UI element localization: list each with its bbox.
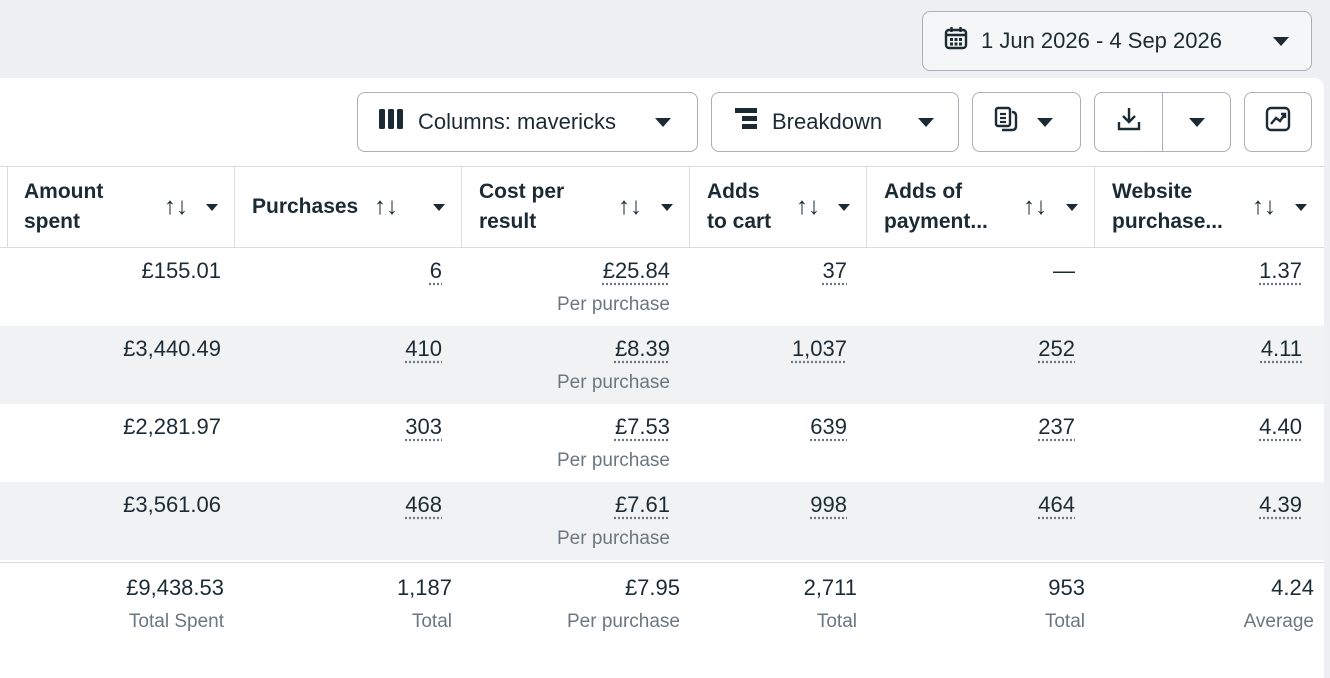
breakdown-label: Breakdown — [772, 109, 883, 134]
table-row: £155.01 6 £25.84 Per purchase 37 — 1.37 — [0, 248, 1324, 326]
adds-to-cart-cell[interactable]: 1,037 — [792, 336, 847, 362]
breakdown-button[interactable]: Breakdown — [711, 92, 959, 152]
total-purchases-label: Total — [411, 611, 452, 632]
chevron-down-icon — [1037, 117, 1053, 127]
columns-button[interactable]: Columns: mavericks — [357, 92, 698, 152]
amount-spent-cell: £2,281.97 — [123, 414, 221, 439]
calendar-icon — [943, 25, 969, 57]
purchases-cell[interactable]: 410 — [405, 336, 442, 362]
cost-per-result-cell[interactable]: £8.39 — [615, 336, 670, 362]
column-header-label: Purchases — [252, 195, 359, 218]
adds-of-payment-cell[interactable]: 252 — [1038, 336, 1075, 362]
cost-per-result-cell[interactable]: £7.61 — [615, 492, 670, 518]
website-purchase-cell[interactable]: 4.11 — [1261, 336, 1302, 362]
column-header-label: Website purchase... — [1112, 180, 1223, 233]
total-cost-per-result: £7.95 — [624, 575, 680, 600]
table-row: £3,561.06 468 £7.61 Per purchase 998 464… — [0, 482, 1324, 560]
purchases-cell[interactable]: 303 — [405, 414, 442, 440]
total-website-purchase-label: Average — [1243, 611, 1314, 632]
column-header-label: Adds to cart — [707, 180, 772, 233]
cost-per-result-sub: Per purchase — [556, 528, 670, 549]
sort-icon[interactable]: ↑↓ — [1252, 192, 1276, 222]
reports-button[interactable] — [972, 92, 1081, 152]
date-range-button[interactable]: 1 Jun 2026 - 4 Sep 2026 — [922, 11, 1312, 71]
chevron-down-icon — [655, 117, 671, 127]
sort-icon[interactable]: ↑↓ — [164, 192, 188, 222]
chart-button[interactable] — [1244, 92, 1312, 152]
cost-per-result-cell[interactable]: £25.84 — [603, 258, 670, 284]
table-header: Amount spent ↑↓ Purchases ↑↓ Cost per re… — [0, 166, 1324, 248]
cost-per-result-sub: Per purchase — [556, 372, 670, 393]
total-cost-per-result-label: Per purchase — [566, 611, 680, 632]
chart-icon — [1265, 106, 1291, 138]
column-header-label: Adds of payment... — [884, 180, 988, 233]
total-amount-spent-label: Total Spent — [128, 611, 224, 632]
columns-label: Columns: mavericks — [418, 109, 617, 134]
export-options-button[interactable] — [1163, 93, 1230, 151]
column-header-amount-spent[interactable]: Amount spent ↑↓ — [8, 167, 235, 247]
chevron-down-icon[interactable] — [1066, 203, 1078, 211]
export-button-group — [1094, 92, 1231, 152]
table-row: £3,440.49 410 £8.39 Per purchase 1,037 2… — [0, 326, 1324, 404]
cost-per-result-sub: Per purchase — [556, 294, 670, 315]
totals-row: £9,438.53 Total Spent 1,187 Total £7.95 … — [0, 562, 1324, 652]
sort-icon[interactable]: ↑↓ — [374, 192, 398, 222]
column-header-adds-of-payment[interactable]: Adds of payment... ↑↓ — [867, 167, 1095, 247]
chevron-down-icon[interactable] — [661, 203, 673, 211]
purchases-cell[interactable]: 6 — [430, 258, 442, 284]
chevron-down-icon[interactable] — [433, 203, 445, 211]
table-row: £2,281.97 303 £7.53 Per purchase 639 237… — [0, 404, 1324, 482]
adds-of-payment-cell[interactable]: 237 — [1038, 414, 1075, 440]
date-range-label: 1 Jun 2026 - 4 Sep 2026 — [981, 28, 1222, 53]
total-website-purchase: 4.24 — [1271, 575, 1314, 600]
total-adds-to-cart-label: Total — [816, 611, 857, 632]
website-purchase-cell[interactable]: 4.40 — [1259, 414, 1302, 440]
reports-icon — [993, 106, 1019, 138]
column-header-label: Cost per result — [479, 180, 565, 233]
total-amount-spent: £9,438.53 — [126, 575, 224, 600]
export-button[interactable] — [1095, 93, 1163, 151]
adds-of-payment-cell[interactable]: 464 — [1038, 492, 1075, 518]
chevron-down-icon[interactable] — [1295, 203, 1307, 211]
total-adds-of-payment-label: Total — [1044, 611, 1085, 632]
amount-spent-cell: £3,561.06 — [123, 492, 221, 517]
amount-spent-cell: £3,440.49 — [123, 336, 221, 361]
columns-icon — [378, 108, 404, 136]
purchases-cell[interactable]: 468 — [405, 492, 442, 518]
adds-to-cart-cell[interactable]: 37 — [823, 258, 847, 284]
chevron-down-icon[interactable] — [206, 203, 218, 211]
cost-per-result-cell[interactable]: £7.53 — [615, 414, 670, 440]
chevron-down-icon[interactable] — [838, 203, 850, 211]
column-header-cost-per-result[interactable]: Cost per result ↑↓ — [462, 167, 690, 247]
header-spacer — [0, 167, 8, 247]
amount-spent-cell: £155.01 — [141, 258, 221, 283]
column-header-label: Amount spent — [24, 180, 104, 233]
adds-of-payment-cell: — — [1053, 258, 1075, 283]
breakdown-icon — [734, 107, 758, 137]
total-purchases: 1,187 — [396, 575, 452, 600]
table-body: £155.01 6 £25.84 Per purchase 37 — 1.37 … — [0, 248, 1324, 560]
total-adds-to-cart: 2,711 — [803, 575, 857, 600]
sort-icon[interactable]: ↑↓ — [1023, 192, 1047, 222]
download-icon — [1116, 106, 1142, 138]
column-header-adds-to-cart[interactable]: Adds to cart ↑↓ — [690, 167, 867, 247]
website-purchase-cell[interactable]: 4.39 — [1259, 492, 1302, 518]
chevron-down-icon — [918, 117, 934, 127]
chevron-down-icon — [1188, 117, 1205, 127]
sort-icon[interactable]: ↑↓ — [618, 192, 642, 222]
website-purchase-cell[interactable]: 1.37 — [1259, 258, 1302, 284]
report-panel: Columns: mavericks Breakdown Amount spen… — [0, 78, 1324, 678]
total-adds-of-payment: 953 — [1048, 575, 1085, 600]
sort-icon[interactable]: ↑↓ — [796, 192, 820, 222]
column-header-purchases[interactable]: Purchases ↑↓ — [235, 167, 462, 247]
chevron-down-icon — [1273, 36, 1289, 46]
adds-to-cart-cell[interactable]: 639 — [810, 414, 847, 440]
column-header-website-purchase[interactable]: Website purchase... ↑↓ — [1095, 167, 1324, 247]
cost-per-result-sub: Per purchase — [556, 450, 670, 471]
adds-to-cart-cell[interactable]: 998 — [810, 492, 847, 518]
